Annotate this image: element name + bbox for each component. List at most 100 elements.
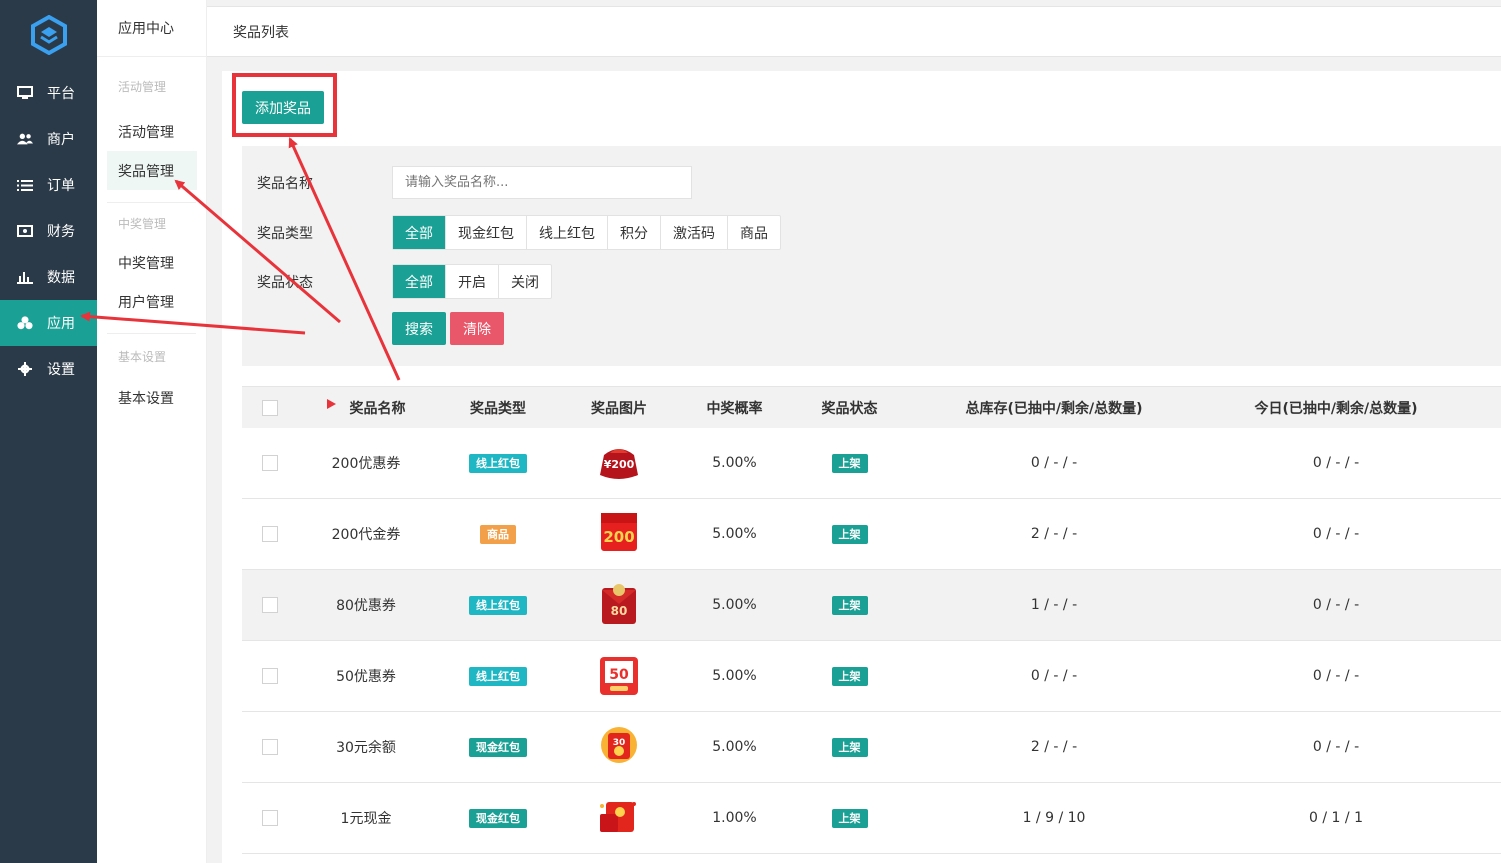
nav-item-monitor[interactable]: 平台 bbox=[0, 70, 97, 116]
nav-item-label: 数据 bbox=[47, 270, 75, 286]
prize-status-option[interactable]: 开启 bbox=[446, 265, 499, 298]
filter-row-actions: 搜索 清除 bbox=[257, 312, 504, 345]
total-stock: 0 / - / - bbox=[1030, 668, 1078, 684]
today-stock: 0 / - / - bbox=[1312, 668, 1360, 684]
group-basic: 基本设置 bbox=[118, 349, 167, 364]
row-checkbox[interactable] bbox=[262, 455, 278, 471]
prize-type-badge: 线上红包 bbox=[469, 453, 527, 473]
header-total-stock: 总库存(已抽中/剩余/总数量) bbox=[965, 400, 1143, 417]
svg-text:30: 30 bbox=[613, 738, 626, 748]
svg-text:¥200: ¥200 bbox=[604, 458, 635, 471]
prize-status-option[interactable]: 全部 bbox=[393, 265, 446, 298]
prize-image[interactable]: 30 bbox=[596, 723, 642, 771]
table-body: 200优惠券 线上红包 ¥200 5.00% 上架 0 / - / -0 / - / -2… bbox=[242, 428, 1501, 854]
win-rate: 5.00% bbox=[712, 526, 757, 542]
total-stock: 1 / 9 / 10 bbox=[1022, 810, 1086, 826]
table-header: 奖品名称 奖品类型 奖品图片 中奖概率 奖品状态 总库存(已抽中/剩余/总数量)… bbox=[242, 387, 1501, 428]
prize-name: 80优惠券 bbox=[336, 598, 396, 614]
search-button[interactable]: 搜索 bbox=[392, 312, 446, 345]
prize-image[interactable]: 50 bbox=[597, 651, 641, 701]
nav-item-label: 设置 bbox=[47, 362, 75, 378]
select-all-checkbox[interactable] bbox=[262, 399, 278, 416]
table-row[interactable]: 200代金券 商品 200 5.00% 上架 2 / - / - 0 / - / - bbox=[242, 499, 1501, 570]
table-row[interactable]: 30元余额 现金红包 30 5.00% 上架 2 / - / - 0 / - / - bbox=[242, 712, 1501, 783]
status-badge: 上架 bbox=[831, 524, 868, 544]
nav-item-gear[interactable]: 设置 bbox=[0, 346, 97, 392]
header-name[interactable]: 奖品名称 bbox=[350, 398, 406, 418]
prize-name: 50优惠券 bbox=[336, 669, 396, 685]
row-checkbox[interactable] bbox=[262, 739, 278, 755]
row-checkbox[interactable] bbox=[262, 597, 278, 613]
app-center-submenu: 应用中心 活动管理 活动管理 奖品管理 中奖管理 中奖管理 用户管理 基本设置 … bbox=[97, 0, 207, 863]
money-icon bbox=[17, 223, 33, 239]
nav-item-label: 财务 bbox=[47, 224, 75, 240]
win-rate: 5.00% bbox=[712, 597, 757, 613]
prize-image[interactable]: ¥200 bbox=[596, 441, 642, 485]
nav-item-money[interactable]: 财务 bbox=[0, 208, 97, 254]
prize-image[interactable]: 80 bbox=[598, 580, 640, 630]
submenu-item-basic[interactable]: 基本设置 bbox=[97, 378, 206, 417]
group-activity: 活动管理 bbox=[118, 79, 167, 94]
prize-image[interactable]: 200 bbox=[597, 509, 641, 559]
win-rate: 1.00% bbox=[712, 810, 757, 826]
table-row[interactable]: 80优惠券 线上红包 80 5.00% 上架 1 / - / - 0 / - / - bbox=[242, 570, 1501, 641]
prize-status-option[interactable]: 关闭 bbox=[499, 265, 551, 298]
row-checkbox[interactable] bbox=[262, 668, 278, 684]
header-today-stock: 今日(已抽中/剩余/总数量) bbox=[1254, 400, 1418, 417]
bar-chart-icon bbox=[17, 269, 33, 285]
status-badge: 上架 bbox=[831, 808, 868, 828]
prize-type-badge: 线上红包 bbox=[469, 595, 527, 615]
prize-type-badge: 现金红包 bbox=[469, 808, 527, 828]
submenu-title: 应用中心 bbox=[97, 0, 206, 57]
nav-item-label: 平台 bbox=[47, 86, 75, 102]
prize-type-badge: 商品 bbox=[480, 524, 516, 544]
nav-item-label: 订单 bbox=[47, 178, 75, 194]
table-row[interactable]: 50优惠券 线上红包 50 5.00% 上架 0 / - / - 0 / - / - bbox=[242, 641, 1501, 712]
status-badge: 上架 bbox=[831, 595, 868, 615]
header-rate: 中奖概率 bbox=[706, 400, 763, 417]
prize-type-option[interactable]: 全部 bbox=[393, 216, 446, 249]
add-prize-button[interactable]: 添加奖品 bbox=[242, 91, 324, 124]
logo-icon bbox=[30, 15, 67, 55]
list-icon bbox=[17, 177, 33, 193]
total-stock: 1 / - / - bbox=[1030, 597, 1078, 613]
header-status: 奖品状态 bbox=[821, 400, 878, 417]
prize-name: 1元现金 bbox=[340, 811, 392, 827]
prize-type-option[interactable]: 激活码 bbox=[661, 216, 728, 249]
prize-type-label: 奖品类型 bbox=[257, 225, 313, 242]
prize-image[interactable] bbox=[596, 794, 642, 842]
row-checkbox[interactable] bbox=[262, 810, 278, 826]
prize-name: 200优惠券 bbox=[331, 456, 401, 472]
status-badge: 上架 bbox=[831, 453, 868, 473]
svg-text:50: 50 bbox=[609, 667, 629, 683]
svg-text:200: 200 bbox=[603, 528, 634, 546]
submenu-item-winning[interactable]: 中奖管理 bbox=[97, 243, 206, 282]
filter-panel: 奖品名称 奖品类型 全部现金红包线上红包积分激活码商品 奖品状态 全部开启关闭 … bbox=[242, 146, 1501, 366]
nav-item-label: 应用 bbox=[47, 316, 75, 332]
nav-item-users[interactable]: 商户 bbox=[0, 116, 97, 162]
prize-name-input[interactable] bbox=[392, 166, 692, 199]
clear-button[interactable]: 清除 bbox=[450, 312, 504, 345]
page-title: 奖品列表 bbox=[233, 24, 289, 41]
logo bbox=[0, 0, 97, 70]
prize-type-option[interactable]: 线上红包 bbox=[527, 216, 608, 249]
nav-item-bar-chart[interactable]: 数据 bbox=[0, 254, 97, 300]
page-title-bar: 奖品列表 bbox=[207, 6, 1501, 57]
table-row[interactable]: 1元现金 现金红包 1.00% 上架 1 / 9 / 10 0 / 1 / 1 bbox=[242, 783, 1501, 854]
row-checkbox[interactable] bbox=[262, 526, 278, 542]
filter-row-status: 奖品状态 全部 开启 关闭 bbox=[257, 264, 552, 299]
prize-type-option[interactable]: 现金红包 bbox=[446, 216, 527, 249]
nav-item-apps[interactable]: 应用 bbox=[0, 300, 97, 346]
submenu-item-activity[interactable]: 活动管理 bbox=[97, 112, 206, 151]
submenu-item-user[interactable]: 用户管理 bbox=[97, 282, 206, 321]
total-stock: 2 / - / - bbox=[1030, 739, 1078, 755]
sort-indicator-icon[interactable] bbox=[326, 398, 336, 409]
prize-type-option[interactable]: 积分 bbox=[608, 216, 661, 249]
prize-table: 奖品名称 奖品类型 奖品图片 中奖概率 奖品状态 总库存(已抽中/剩余/总数量)… bbox=[242, 386, 1501, 854]
nav-item-list[interactable]: 订单 bbox=[0, 162, 97, 208]
table-row[interactable]: 200优惠券 线上红包 ¥200 5.00% 上架 0 / - / - 0 / - / - bbox=[242, 428, 1501, 499]
submenu-item-prize[interactable]: 奖品管理 bbox=[107, 151, 197, 190]
today-stock: 0 / - / - bbox=[1312, 597, 1360, 613]
prize-type-option[interactable]: 商品 bbox=[728, 216, 780, 249]
prize-type-badge: 现金红包 bbox=[469, 737, 527, 757]
